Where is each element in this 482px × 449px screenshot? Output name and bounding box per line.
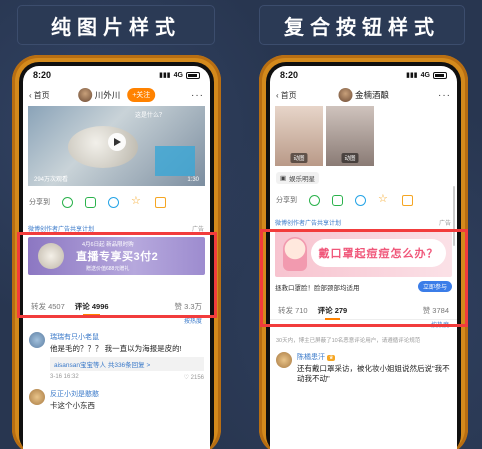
comment-likes: 2156 [190,374,204,381]
signal-icon: ▮▮▮ [406,72,418,79]
photo-thumb[interactable]: 动图 [275,106,323,166]
avatar[interactable] [337,88,352,102]
more-icon[interactable]: ··· [438,90,451,101]
ad-label: 广告 [438,221,451,227]
edit-icon[interactable] [402,194,413,206]
avatar[interactable] [29,332,45,348]
moments-icon[interactable] [332,194,343,206]
avatar[interactable] [77,88,92,102]
share-label: 分享到 [276,197,297,204]
avatar[interactable] [29,388,45,405]
status-time: 8:20 [280,70,299,80]
ad-highlight-frame [17,232,217,318]
back-label: 首页 [280,90,297,100]
back-button[interactable]: ‹ 首页 [276,90,297,101]
comment-time: 3-16 16:32 [50,373,79,380]
ad-highlight-frame [260,229,468,327]
share-bar: 分享到 [270,188,457,212]
topic-tag[interactable]: ▣ 娱乐明星 [276,172,320,184]
nav-bar: ‹ 首页 川外川 +关注 ··· [23,84,210,106]
edit-icon[interactable] [155,196,166,208]
comment-author[interactable]: 反正小刘是憨憨 [50,389,204,399]
user-header[interactable]: 金楠酒酿 [337,88,390,102]
video-caption: 这是什么？ [134,113,165,119]
video-player[interactable]: 这是什么？ 294万次观看 1:30 [28,106,205,186]
topic-icon: ▣ [280,175,287,182]
share-bar: 分享到 [23,190,210,214]
like-icon[interactable]: ♡ [184,375,191,381]
topic-label: 娱乐明星 [289,176,316,183]
wechat-icon[interactable] [309,194,320,206]
vip-badge: ♛ [327,355,336,361]
title-right: 复合按钮样式 [259,5,465,45]
network-label: 4G [173,71,183,79]
comment-text: 卡这个小东西 [50,400,95,410]
comment-text: 他是毛的？？？ 我一直以为海报是皮的! [50,344,182,353]
video-frame [68,126,138,168]
photo-grid: 动图 动图 [270,106,457,166]
comment-item: 瑞瑞有只小老鼠 他是毛的？？？ 我一直以为海报是皮的! aisansan宝宝等人… [23,328,210,385]
moments-icon[interactable] [85,196,96,208]
back-label: 首页 [33,90,50,100]
back-button[interactable]: ‹ 首页 [29,90,50,101]
play-icon[interactable] [107,133,126,151]
user-name: 川外川 [94,90,121,100]
video-duration: 1:30 [187,177,199,183]
view-count: 294万次观看 [34,177,69,183]
status-bar: 8:20 ▮▮▮ 4G [270,66,457,84]
qq-icon[interactable] [108,196,119,208]
comment-author[interactable]: 瑞瑞有只小老鼠 [50,332,204,342]
star-icon[interactable] [378,192,390,206]
gif-badge: 动图 [290,153,308,163]
battery-icon [186,71,200,79]
ad-header: 微博创作者广告共享计划 [275,221,342,227]
nav-bar: ‹ 首页 金楠酒酿 ··· [270,84,457,106]
battery-icon [433,71,447,79]
comment-author[interactable]: 陈橘患汗 ♛ [297,352,451,362]
star-icon[interactable] [131,194,143,208]
qq-icon[interactable] [355,194,366,206]
chevron-left-icon: ‹ [276,90,279,100]
gif-badge: 动图 [341,153,359,163]
signal-icon: ▮▮▮ [159,72,171,79]
wechat-icon[interactable] [62,196,73,208]
photo-thumb[interactable]: 动图 [326,106,374,166]
status-time: 8:20 [33,70,52,80]
chevron-left-icon: ‹ [29,90,32,100]
comment-text: 还有戴口罩采访，被化妆小姐姐说然后说"我不动我不动" [297,364,450,383]
title-left: 纯图片样式 [17,5,215,45]
comment-item: 陈橘患汗 ♛ 还有戴口罩采访，被化妆小姐姐说然后说"我不动我不动" [270,348,457,388]
user-name: 金楠酒酿 [354,90,390,100]
network-label: 4G [420,71,430,79]
reply-summary[interactable]: aisansan宝宝等人 共336条回复 > [50,356,204,371]
status-bar: 8:20 ▮▮▮ 4G [23,66,210,84]
more-icon[interactable]: ··· [191,90,204,101]
user-header[interactable]: 川外川 +关注 [77,88,156,102]
avatar[interactable] [276,352,292,368]
share-label: 分享到 [29,199,50,206]
moderation-notice: 30天内，博主已屏蔽了10名恶意评论用户，请遵循评论规范 [276,338,421,344]
follow-button[interactable]: +关注 [127,88,156,102]
comment-item: 反正小刘是憨憨 卡这个小东西 [23,385,210,415]
